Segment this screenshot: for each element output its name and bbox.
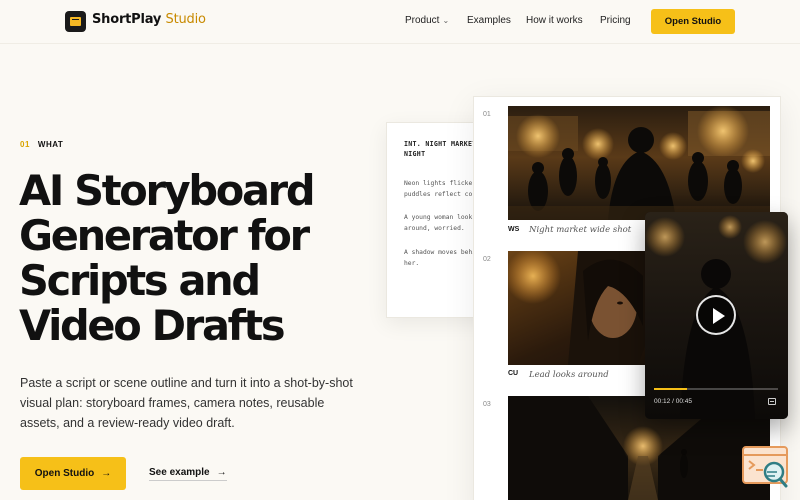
- hero-open-studio-button[interactable]: Open Studio →: [20, 457, 126, 490]
- section-eyebrow: 01 WHAT: [20, 140, 63, 149]
- top-navbar: ShortPlay Studio Product ⌄ Examples How i…: [0, 0, 800, 44]
- video-preview-player[interactable]: 00:12 / 00:45: [645, 212, 788, 419]
- video-progress-bar[interactable]: [654, 388, 778, 390]
- captions-icon[interactable]: [768, 398, 776, 405]
- arrow-right-icon: →: [216, 467, 227, 478]
- button-label: Open Studio: [34, 468, 95, 479]
- hero-headline: AI Storyboard Generator for Scripts and …: [19, 168, 379, 348]
- shot-caption: Lead looks around: [529, 370, 609, 380]
- eyebrow-label: WHAT: [37, 140, 64, 149]
- clapperboard-icon[interactable]: [65, 11, 86, 32]
- nav-link-how-it-works[interactable]: How it works: [526, 15, 583, 26]
- shot-caption: Night market wide shot: [529, 225, 632, 235]
- chevron-down-icon: ⌄: [442, 16, 450, 25]
- eyebrow-number: 01: [20, 140, 30, 149]
- code-search-icon[interactable]: [741, 445, 791, 490]
- hero-description: Paste a script or scene outline and turn…: [20, 376, 353, 430]
- nav-link-pricing[interactable]: Pricing: [600, 15, 631, 26]
- headline-line: Video Drafts: [19, 301, 286, 350]
- shot-number: 01: [483, 111, 491, 118]
- see-example-link[interactable]: See example →: [149, 467, 227, 481]
- shot-number: 02: [483, 256, 491, 263]
- shot-number: 03: [483, 401, 491, 408]
- night-market-image: [508, 106, 770, 220]
- headline-line: AI Storyboard: [19, 166, 316, 215]
- current-time: 00:12: [654, 398, 671, 405]
- shot-type-label: CU: [508, 370, 519, 377]
- nav-open-studio-button[interactable]: Open Studio: [651, 9, 735, 34]
- nav-link-examples[interactable]: Examples: [467, 15, 511, 26]
- brand-main: ShortPlay: [92, 12, 162, 27]
- arrow-right-icon: →: [101, 468, 112, 479]
- video-progress-fill: [654, 388, 688, 390]
- nav-link-product[interactable]: Product ⌄: [405, 15, 449, 26]
- link-label: See example: [149, 467, 210, 478]
- brand-name[interactable]: ShortPlay Studio: [92, 12, 206, 27]
- duration: 00:45: [675, 398, 692, 405]
- nav-link-label: Product: [405, 15, 440, 26]
- storyboard-frame-1[interactable]: [508, 106, 770, 220]
- video-timecode: 00:12 / 00:45: [654, 398, 692, 405]
- headline-line: Generator for: [19, 211, 310, 260]
- shot-type-label: WS: [508, 226, 520, 233]
- brand-accent: Studio: [165, 12, 206, 27]
- play-icon[interactable]: [696, 295, 736, 335]
- headline-line: Scripts and: [19, 256, 261, 305]
